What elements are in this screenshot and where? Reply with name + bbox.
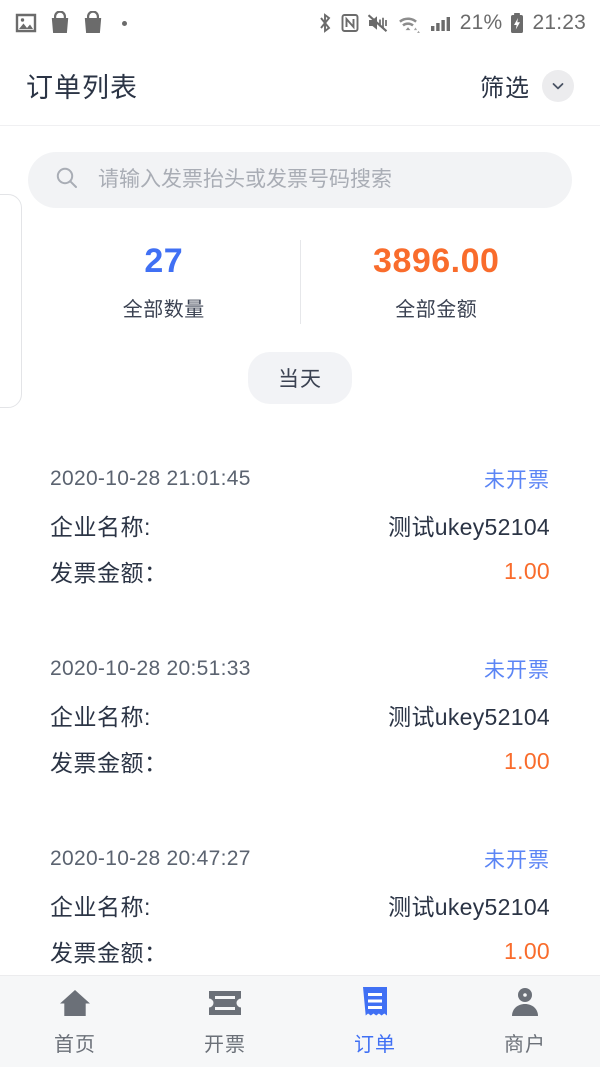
status-badge: 未开票	[484, 849, 550, 872]
company-value: 测试ukey52104	[388, 514, 550, 540]
tab-label: 商户	[504, 1034, 546, 1056]
order-list: 2020-10-28 21:01:45 未开票 企业名称: 测试ukey5210…	[0, 438, 600, 975]
page-title: 订单列表	[26, 73, 138, 103]
dot-indicator	[122, 20, 127, 26]
company-value: 测试ukey52104	[388, 894, 550, 920]
wifi-icon	[396, 11, 422, 35]
amount-value: 1.00	[504, 557, 550, 584]
stat-value: 27	[144, 242, 184, 280]
amount-value: 1.00	[504, 747, 550, 774]
filter-label: 筛选	[480, 75, 530, 102]
group-header: 当天	[0, 352, 600, 404]
tab-label: 订单	[354, 1034, 396, 1056]
nfc-icon	[340, 11, 360, 35]
status-bar: 21% 21:23	[0, 0, 600, 46]
tab-home[interactable]: 首页	[0, 976, 150, 1067]
shopping-bag-icon	[82, 11, 104, 35]
order-company-row: 企业名称: 测试ukey52104	[50, 502, 550, 548]
status-bar-left	[14, 11, 127, 35]
company-label: 企业名称:	[50, 704, 151, 730]
image-icon	[14, 11, 38, 35]
stat-label: 全部金额	[395, 299, 478, 321]
battery-charging-icon	[509, 11, 525, 35]
group-pill-today: 当天	[248, 352, 352, 404]
chevron-down-icon[interactable]	[542, 69, 574, 102]
app-screen: 21% 21:23 订单列表 筛选 请输入发票抬头或发票号码搜索 27 全部数量…	[0, 0, 600, 1067]
mute-vibrate-icon	[367, 11, 389, 35]
order-time: 2020-10-28 21:01:45	[50, 467, 251, 490]
table-row[interactable]: 2020-10-28 20:47:27 未开票 企业名称: 测试ukey5210…	[0, 818, 600, 975]
page-header: 订单列表 筛选	[0, 46, 600, 126]
order-amount-row: 发票金额： 1.00	[50, 738, 550, 784]
status-badge: 未开票	[484, 469, 550, 492]
status-bar-right: 21% 21:23	[317, 11, 586, 35]
company-label: 企业名称:	[50, 514, 151, 540]
table-row[interactable]: 2020-10-28 21:01:45 未开票 企业名称: 测试ukey5210…	[0, 438, 600, 616]
order-amount-row: 发票金额： 1.00	[50, 928, 550, 974]
bottom-navigation: 首页 开票 订单 商户	[0, 975, 600, 1067]
tab-orders[interactable]: 订单	[300, 976, 450, 1067]
tab-label: 开票	[204, 1034, 246, 1056]
cellular-signal-icon	[429, 11, 453, 35]
order-company-row: 企业名称: 测试ukey52104	[50, 882, 550, 928]
filter-button[interactable]: 筛选	[480, 68, 574, 103]
tab-label: 首页	[54, 1034, 96, 1056]
clock-text: 21:23	[532, 11, 586, 34]
content-area: 27 全部数量 3896.00 全部金额 当天 2020-10-28 21:01…	[0, 126, 600, 975]
search-input[interactable]	[98, 152, 546, 208]
amount-label: 发票金额：	[50, 940, 168, 966]
tab-invoice[interactable]: 开票	[150, 976, 300, 1067]
status-badge: 未开票	[484, 659, 550, 682]
order-time: 2020-10-28 20:47:27	[50, 847, 251, 870]
stat-total-count: 27 全部数量	[28, 236, 300, 328]
ticket-icon	[207, 986, 243, 1020]
company-label: 企业名称:	[50, 894, 151, 920]
search-box[interactable]	[28, 152, 572, 208]
order-time: 2020-10-28 20:51:33	[50, 657, 251, 680]
shopping-bag-icon	[49, 11, 71, 35]
battery-percent-text: 21%	[459, 11, 503, 34]
amount-label: 发票金额：	[50, 560, 168, 586]
stat-total-amount: 3896.00 全部金额	[301, 236, 573, 328]
tab-merchant[interactable]: 商户	[450, 976, 600, 1067]
order-company-row: 企业名称: 测试ukey52104	[50, 692, 550, 738]
search-section	[0, 126, 600, 208]
stat-label: 全部数量	[122, 299, 205, 321]
home-icon	[58, 986, 92, 1020]
bluetooth-icon	[317, 11, 333, 35]
amount-label: 发票金额：	[50, 750, 168, 776]
order-header-row: 2020-10-28 20:51:33 未开票	[50, 646, 550, 692]
table-row[interactable]: 2020-10-28 20:51:33 未开票 企业名称: 测试ukey5210…	[0, 628, 600, 806]
receipt-icon	[360, 986, 390, 1020]
search-icon	[54, 165, 80, 196]
amount-value: 1.00	[504, 937, 550, 964]
stat-value: 3896.00	[373, 242, 500, 280]
stats-summary: 27 全部数量 3896.00 全部金额	[0, 236, 600, 328]
order-header-row: 2020-10-28 20:47:27 未开票	[50, 836, 550, 882]
order-amount-row: 发票金额： 1.00	[50, 548, 550, 594]
person-icon	[509, 986, 541, 1020]
company-value: 测试ukey52104	[388, 704, 550, 730]
order-header-row: 2020-10-28 21:01:45 未开票	[50, 456, 550, 502]
